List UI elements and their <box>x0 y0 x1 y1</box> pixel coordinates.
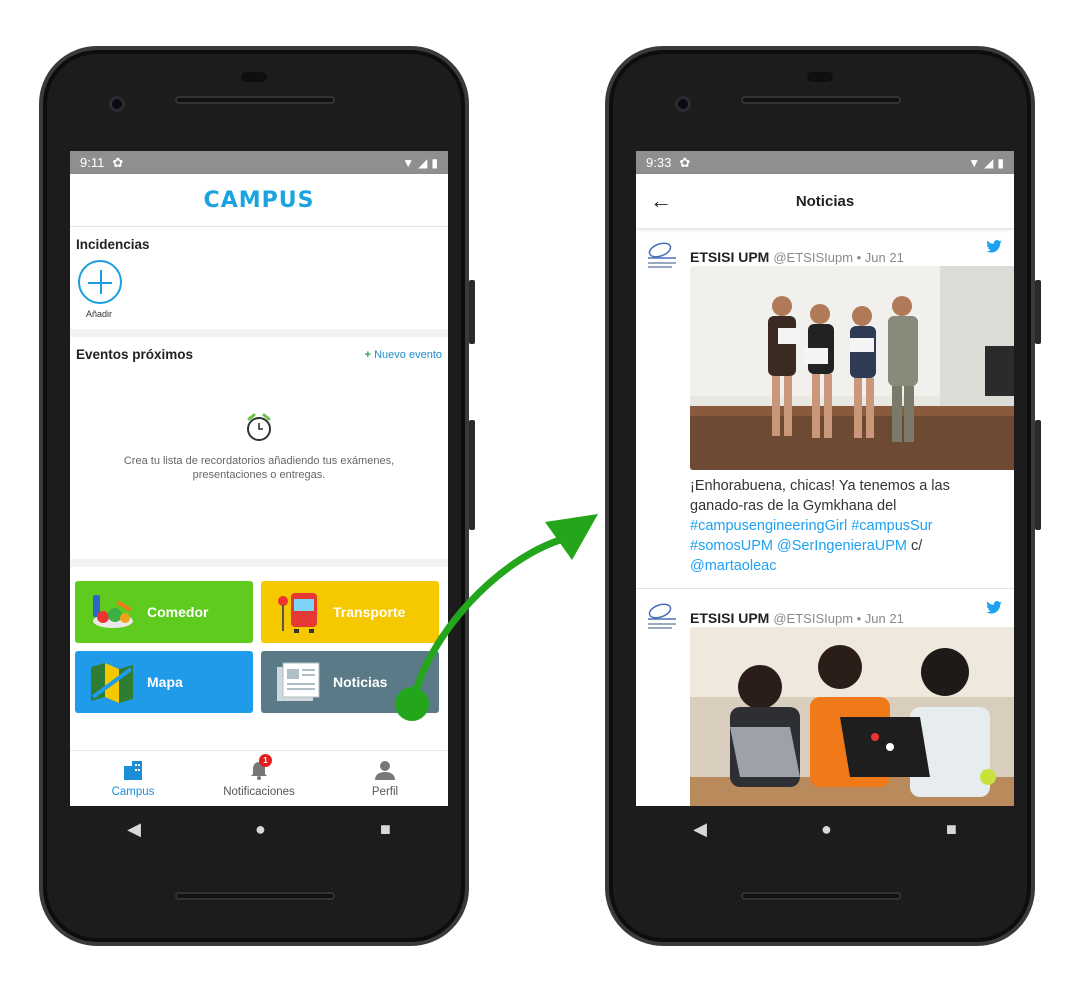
etsisi-logo-avatar <box>646 599 682 637</box>
nav-notificaciones[interactable]: 1 Notificaciones <box>204 753 314 798</box>
signal-icon: ◢ <box>984 155 994 170</box>
empty-events-text: Crea tu lista de recordatorios añadiendo… <box>123 455 395 481</box>
tweet-card[interactable]: ETSISI UPM @ETSISIupm • Jun 21 <box>636 228 1014 589</box>
building-icon <box>122 760 144 783</box>
nav-label: Notificaciones <box>223 785 295 798</box>
volume-button <box>1035 420 1041 530</box>
tile-mapa[interactable]: Mapa <box>75 651 253 713</box>
front-camera <box>675 96 691 112</box>
tweet-card[interactable]: ETSISI UPM @ETSISIupm • Jun 21 <box>636 589 1014 806</box>
phone-frame-left: 9:11 ✿ ▼ ◢ ▮ CAMPUS Incidencias Añadir E… <box>39 46 475 946</box>
campus-logo: CAMPUS <box>203 187 315 213</box>
proximity-sensor <box>807 72 833 82</box>
bell-icon: 1 <box>249 753 272 783</box>
new-event-label: Nuevo evento <box>374 348 442 361</box>
tweet-author: ETSISI UPM <box>690 610 770 626</box>
front-camera <box>109 96 125 112</box>
mention-link[interactable]: @martaoleac <box>690 558 776 574</box>
add-incidence-button[interactable] <box>78 260 122 304</box>
tile-label: Comedor <box>147 604 209 620</box>
news-header: ← Noticias <box>636 174 1014 228</box>
alarm-clock-icon <box>244 412 274 442</box>
back-icon[interactable]: ◀ <box>693 819 707 840</box>
transition-arrow-icon <box>395 514 598 721</box>
eventos-title: Eventos próximos <box>76 347 194 362</box>
incidencias-title: Incidencias <box>76 237 150 252</box>
tile-label: Noticias <box>333 674 388 690</box>
etsisi-logo-avatar <box>646 238 682 276</box>
battery-icon: ▮ <box>997 155 1004 170</box>
status-bar: 9:33 ✿ ▼ ◢ ▮ <box>636 151 1014 174</box>
tweet-handle: @ETSISIupm • Jun 21 <box>773 249 904 265</box>
food-icon <box>87 590 137 634</box>
nav-label: Perfil <box>371 785 399 798</box>
page-title: Noticias <box>795 192 855 210</box>
back-icon[interactable]: ◀ <box>127 819 141 840</box>
twitter-bird-icon <box>986 240 1002 258</box>
earpiece-speaker <box>741 96 901 104</box>
gear-icon: ✿ <box>112 154 124 170</box>
status-time: 9:33 <box>646 155 672 170</box>
tweet-handle: @ETSISIupm • Jun 21 <box>773 610 904 626</box>
bottom-navigation: Campus 1 Notificaciones Perfil <box>70 750 448 806</box>
power-button <box>1035 280 1041 344</box>
recents-icon[interactable]: ■ <box>946 819 957 840</box>
plus-icon: + <box>364 348 375 361</box>
earpiece-speaker <box>175 96 335 104</box>
hashtag-link[interactable]: #campusengineeringGirl <box>690 518 847 534</box>
nav-label: Campus <box>111 785 155 798</box>
newspaper-icon <box>273 660 323 704</box>
tweet-text-part: c/ <box>911 538 923 554</box>
back-arrow-icon[interactable]: ← <box>650 188 672 214</box>
home-icon[interactable]: ● <box>821 819 832 840</box>
person-icon <box>374 760 396 783</box>
signal-icon: ◢ <box>418 155 428 170</box>
tile-comedor[interactable]: Comedor <box>75 581 253 643</box>
new-event-button[interactable]: + Nuevo evento <box>365 349 442 361</box>
bottom-speaker <box>175 892 335 900</box>
battery-icon: ▮ <box>431 155 438 170</box>
tweet-author: ETSISI UPM <box>690 249 770 265</box>
tweet-text-part: ¡Enhorabuena, chicas! Ya tenemos a las g… <box>690 478 950 514</box>
wifi-icon: ▼ <box>968 155 981 170</box>
gear-icon: ✿ <box>679 154 691 170</box>
map-icon <box>87 660 137 704</box>
tile-label: Mapa <box>147 674 183 690</box>
twitter-bird-icon <box>986 601 1002 619</box>
phone-frame-right: 9:33 ✿ ▼ ◢ ▮ ← Noticias ETSISI UPM @ETSI… <box>605 46 1041 946</box>
system-nav-bar: ◀ ● ■ <box>70 806 448 852</box>
wifi-icon: ▼ <box>402 155 415 170</box>
system-nav-bar: ◀ ● ■ <box>636 806 1014 852</box>
tweet-photo-laptops[interactable] <box>690 627 1014 806</box>
screen-right: 9:33 ✿ ▼ ◢ ▮ ← Noticias ETSISI UPM @ETSI… <box>636 151 1014 806</box>
add-label: Añadir <box>86 309 113 319</box>
tweet-text: ¡Enhorabuena, chicas! Ya tenemos a las g… <box>690 476 1000 576</box>
recents-icon[interactable]: ■ <box>380 819 391 840</box>
bus-icon <box>273 590 323 634</box>
status-bar: 9:11 ✿ ▼ ◢ ▮ <box>70 151 448 174</box>
nav-campus[interactable]: Campus <box>78 760 188 798</box>
home-icon[interactable]: ● <box>255 819 266 840</box>
bottom-speaker <box>741 892 901 900</box>
nav-perfil[interactable]: Perfil <box>330 760 440 798</box>
app-header: CAMPUS <box>70 174 448 227</box>
incidencias-section: Incidencias Añadir <box>70 227 448 337</box>
notification-badge: 1 <box>259 753 272 767</box>
proximity-sensor <box>241 72 267 82</box>
tweet-photo-group[interactable] <box>690 266 1014 470</box>
power-button <box>469 280 475 344</box>
status-time: 9:11 <box>80 155 105 170</box>
